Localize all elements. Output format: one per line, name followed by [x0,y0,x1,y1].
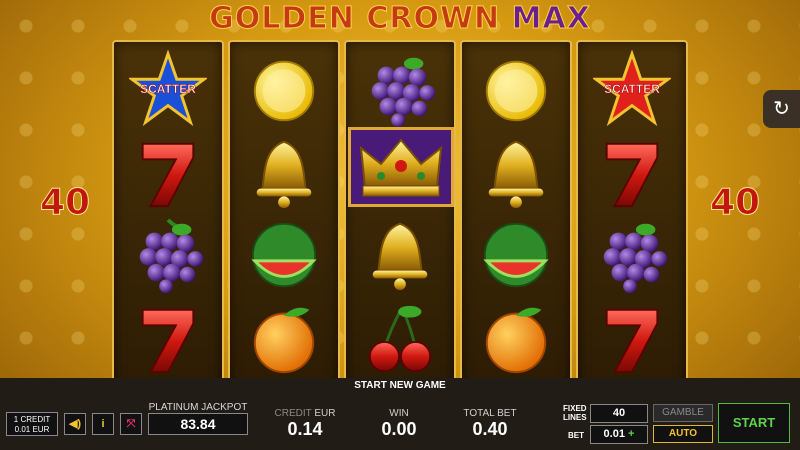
grapes-icon [578,214,686,296]
credit-value: 0.14 [287,419,323,439]
credit-label: CREDIT [274,408,312,419]
total-bet-value: 0.40 [472,419,508,439]
red-seven-icon [578,298,686,380]
reel-3 [344,40,456,392]
sound-button[interactable]: ◀) [64,413,86,435]
credit-display: CREDIT EUR 0.14 [270,408,340,440]
scatter-label: SCATTER [604,82,660,97]
info-button[interactable]: i [92,413,114,435]
reel-5: SCATTER [576,40,688,392]
golden-bell-icon [462,132,570,214]
red-seven-icon [578,132,686,214]
golden-crown-icon [348,127,454,207]
history-icon: ↻ [773,98,790,120]
fullscreen-icon: ⤧ [126,418,136,430]
lemon-icon [462,48,570,130]
total-bet-label: TOTAL BET [463,408,517,419]
total-bet-display: TOTAL BET 0.40 [452,408,528,440]
scatter-label: SCATTER [140,82,196,97]
bet-value: 0.01 [603,428,625,440]
info-icon: i [101,418,105,430]
title-golden-crown: GOLDEN CROWN [209,1,501,37]
orange-icon [230,298,338,380]
fullscreen-button[interactable]: ⤧ [120,413,142,435]
cherries-icon [346,298,454,380]
gamble-button[interactable]: GAMBLE [653,404,713,422]
fixed-lines-label-1: FIXED [563,404,587,413]
watermelon-icon [230,214,338,296]
auto-button[interactable]: AUTO [653,425,713,443]
win-display: WIN 0.00 [364,408,434,440]
red-seven-icon [114,298,222,380]
win-value: 0.00 [381,419,417,439]
denomination-value: 0.01 EUR [14,425,50,434]
orange-icon [462,298,570,380]
speaker-icon: ◀) [68,418,82,430]
reel-2 [228,40,340,392]
golden-bell-icon [230,132,338,214]
history-button[interactable]: ↻ [763,90,800,128]
golden-bell-icon [346,214,454,296]
denomination-credit: 1 CREDIT [13,415,51,424]
fixed-lines-label-2: LINES [563,413,587,422]
red-seven-icon [114,132,222,214]
bet-plus-icon[interactable]: + [628,428,634,440]
fixed-lines-value: 40 [590,404,648,423]
title-max: MAX [511,1,591,37]
game-title: GOLDEN CROWN MAX [0,0,800,38]
line-count-left: 40 [39,182,91,224]
grapes-icon [346,48,454,130]
status-message: START NEW GAME [354,380,446,391]
lemon-icon [230,48,338,130]
fixed-lines-label: FIXED LINES [563,404,587,422]
line-count-right: 40 [709,182,761,224]
bet-selector[interactable]: 0.01 + [590,425,648,444]
win-label: WIN [389,408,409,419]
watermelon-icon [462,214,570,296]
reel-1: SCATTER [112,40,224,392]
reel-4 [460,40,572,392]
denomination-button[interactable]: 1 CREDIT 0.01 EUR [6,412,58,436]
jackpot-value: 83.84 [148,413,248,435]
jackpot-label: PLATINUM JACKPOT [148,402,248,413]
bet-label: BET [568,431,584,440]
start-button[interactable]: START [718,403,790,443]
credit-currency: EUR [314,408,336,419]
grapes-icon [114,214,222,296]
